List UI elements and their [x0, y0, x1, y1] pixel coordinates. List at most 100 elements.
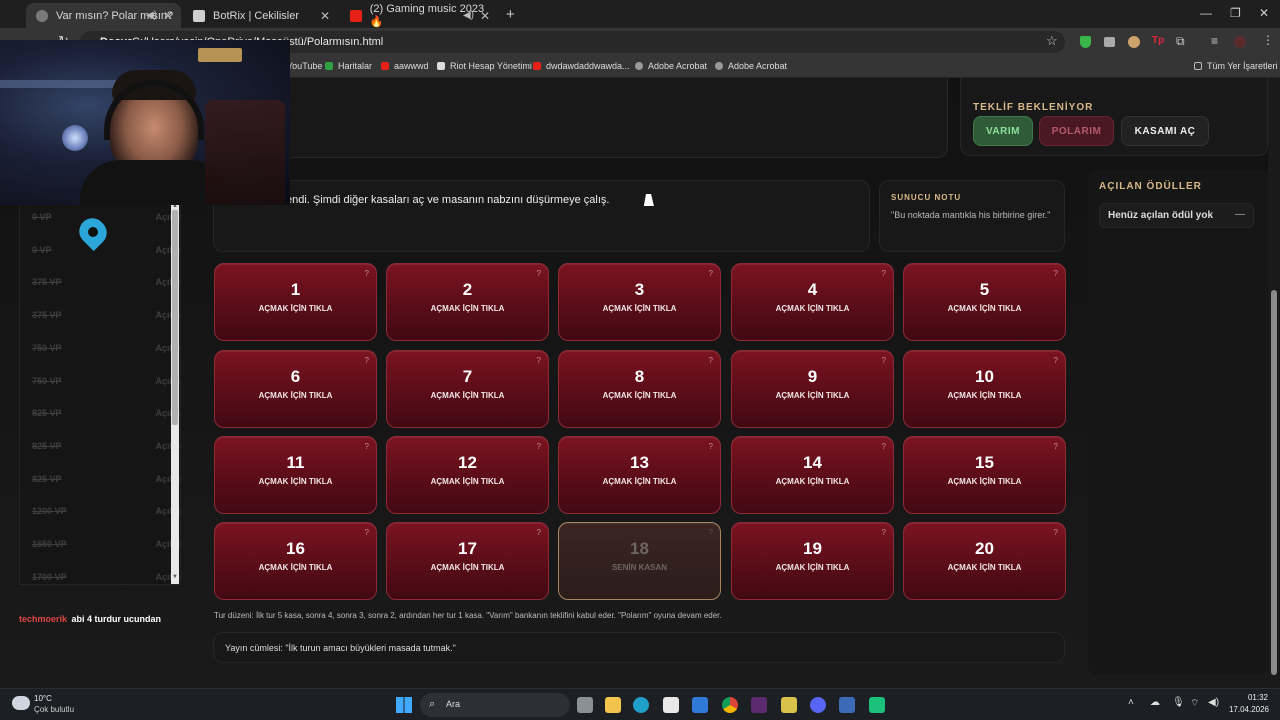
menu-icon[interactable]: ⋮: [1262, 33, 1274, 47]
clock-time[interactable]: 01:32: [1238, 693, 1268, 702]
file-explorer-icon[interactable]: [605, 697, 621, 713]
valorant-icon[interactable]: [781, 697, 797, 713]
close-icon[interactable]: ✕: [163, 9, 173, 23]
tray-chevron-icon[interactable]: ˄: [1128, 697, 1134, 708]
prize-value: 375 VP: [32, 310, 62, 321]
puzzle-icon[interactable]: ⧉: [1176, 34, 1185, 49]
wifi-icon[interactable]: ⌔: [1190, 697, 1199, 710]
prize-row: 750 VP Açıldı: [32, 376, 180, 386]
vault-card[interactable]: ? 12 AÇMAK İÇİN TIKLA: [386, 436, 549, 514]
host-note-panel: SUNUCU NOTU "Bu noktada mantıkla his bir…: [879, 180, 1065, 252]
vault-card[interactable]: ? 14 AÇMAK İÇİN TIKLA: [731, 436, 894, 514]
new-tab-button[interactable]: +: [506, 6, 515, 23]
bookmark-adobe-2[interactable]: Adobe Acrobat: [715, 61, 787, 71]
help-icon: ?: [536, 528, 541, 537]
volume-icon[interactable]: ◀): [1208, 697, 1219, 708]
prize-list-scrollbar-thumb[interactable]: [172, 210, 178, 425]
vault-number: 20: [975, 539, 994, 558]
mic-icon[interactable]: 🎙: [1172, 697, 1185, 708]
task-view-icon[interactable]: [577, 697, 593, 713]
extension-cookie-icon[interactable]: [1128, 36, 1140, 48]
game-message: endi. Şimdi diğer kasaları aç ve masanın…: [286, 194, 610, 206]
vault-number: 19: [803, 539, 822, 558]
network-icon[interactable]: ☁: [1150, 697, 1160, 708]
prize-value: 750 VP: [32, 342, 62, 353]
vault-card[interactable]: ? 3 AÇMAK İÇİN TIKLA: [558, 263, 721, 341]
vault-card[interactable]: ? 11 AÇMAK İÇİN TIKLA: [214, 436, 377, 514]
vault-card[interactable]: ? 16 AÇMAK İÇİN TIKLA: [214, 522, 377, 600]
vault-card[interactable]: ? 6 AÇMAK İÇİN TIKLA: [214, 350, 377, 428]
bookmark-adobe-1[interactable]: Adobe Acrobat: [635, 61, 707, 71]
bookmark-dwdaw[interactable]: dwdawdaddwawda...: [533, 61, 630, 71]
webcam-chair: [205, 100, 285, 205]
vault-card[interactable]: ? 10 AÇMAK İÇİN TIKLA: [903, 350, 1066, 428]
taskbar-search[interactable]: ⌕ Ara: [420, 693, 570, 717]
extension-shield-icon[interactable]: [1080, 36, 1091, 48]
vault-card[interactable]: ? 5 AÇMAK İÇİN TIKLA: [903, 263, 1066, 341]
store-icon[interactable]: [663, 697, 679, 713]
speaker-icon[interactable]: ◀): [146, 10, 157, 21]
vault-card[interactable]: ? 9 AÇMAK İÇİN TIKLA: [731, 350, 894, 428]
app-icon[interactable]: [839, 697, 855, 713]
close-window-button[interactable]: ✕: [1259, 6, 1269, 20]
help-icon: ?: [708, 528, 713, 537]
folder-icon: [1194, 62, 1202, 70]
polarim-button[interactable]: POLARIM: [1039, 116, 1114, 146]
scroll-down-icon[interactable]: ▼: [172, 574, 178, 580]
discord-icon[interactable]: [810, 697, 826, 713]
weather-icon[interactable]: [12, 696, 30, 710]
bookmark-aawwwd[interactable]: aawwwd: [381, 61, 429, 71]
youtube-icon: [350, 9, 362, 22]
tab-polarmisin[interactable]: Var mısın? Polar mısın? ◀) ✕: [26, 3, 181, 28]
vault-card[interactable]: ? 8 AÇMAK İÇİN TIKLA: [558, 350, 721, 428]
clock-date[interactable]: 17.04.2026: [1227, 705, 1269, 714]
close-icon[interactable]: ✕: [320, 9, 330, 23]
minimize-button[interactable]: —: [1200, 6, 1212, 20]
vault-card[interactable]: ? 4 AÇMAK İÇİN TIKLA: [731, 263, 894, 341]
help-icon: ?: [881, 442, 886, 451]
weather-temp[interactable]: 10°C: [34, 694, 52, 703]
riot-icon: [437, 62, 445, 70]
tab-botrix[interactable]: BotRix | Cekilisler ✕: [183, 3, 338, 28]
message-panel: endi. Şimdi diğer kasaları aç ve masanın…: [213, 180, 870, 252]
globe-icon: [635, 62, 643, 70]
prize-row: 750 VP Açıldı: [32, 343, 180, 353]
green-app-icon[interactable]: [869, 697, 885, 713]
tab-gaming-music[interactable]: (2) Gaming music 2023 🔥 ◀) ✕: [340, 3, 498, 28]
edge-icon[interactable]: [633, 697, 649, 713]
chat-line: techmoerik abi 4 turdur ucundan: [19, 614, 161, 624]
varim-button[interactable]: VARIM: [973, 116, 1033, 146]
vault-card[interactable]: ? 2 AÇMAK İÇİN TIKLA: [386, 263, 549, 341]
vegas-icon[interactable]: [751, 697, 767, 713]
vault-card[interactable]: ? 17 AÇMAK İÇİN TIKLA: [386, 522, 549, 600]
vault-card[interactable]: ? 1 AÇMAK İÇİN TIKLA: [214, 263, 377, 341]
vault-card[interactable]: ? 13 AÇMAK İÇİN TIKLA: [558, 436, 721, 514]
page-scrollbar-thumb[interactable]: [1271, 290, 1277, 675]
extension-icon[interactable]: [1104, 37, 1115, 47]
kasami-ac-button[interactable]: KASAMI AÇ: [1121, 116, 1209, 146]
vault-card[interactable]: ? 20 AÇMAK İÇİN TIKLA: [903, 522, 1066, 600]
all-bookmarks[interactable]: Tüm Yer İşaretleri: [1194, 61, 1278, 71]
prize-value: 825 VP: [32, 473, 62, 484]
bookmark-youtube[interactable]: YouTube: [287, 61, 322, 71]
media-icon[interactable]: ≡: [1211, 34, 1218, 48]
chrome-icon[interactable]: [722, 697, 738, 713]
vault-card[interactable]: ? 7 AÇMAK İÇİN TIKLA: [386, 350, 549, 428]
vault-label: AÇMAK İÇİN TIKLA: [258, 563, 333, 572]
speaker-icon[interactable]: ◀): [463, 10, 474, 21]
vault-card[interactable]: ? 19 AÇMAK İÇİN TIKLA: [731, 522, 894, 600]
star-icon[interactable]: ☆: [1046, 33, 1058, 49]
start-icon[interactable]: [396, 697, 412, 713]
bookmark-riot[interactable]: Riot Hesap Yönetimi: [437, 61, 532, 71]
close-icon[interactable]: ✕: [480, 9, 490, 23]
weather-desc[interactable]: Çok bulutlu: [34, 705, 74, 714]
profile-icon[interactable]: [1234, 36, 1246, 48]
vault-card[interactable]: ? 15 AÇMAK İÇİN TIKLA: [903, 436, 1066, 514]
maximize-button[interactable]: ❐: [1230, 6, 1241, 20]
outlook-icon[interactable]: [692, 697, 708, 713]
vault-own[interactable]: ? 18 SENİN KASAN: [558, 522, 721, 600]
extension-tp-icon[interactable]: Tp: [1152, 35, 1164, 46]
bookmark-haritalar[interactable]: Haritalar: [325, 61, 372, 71]
maps-icon: [325, 62, 333, 70]
help-icon: ?: [1053, 269, 1058, 278]
